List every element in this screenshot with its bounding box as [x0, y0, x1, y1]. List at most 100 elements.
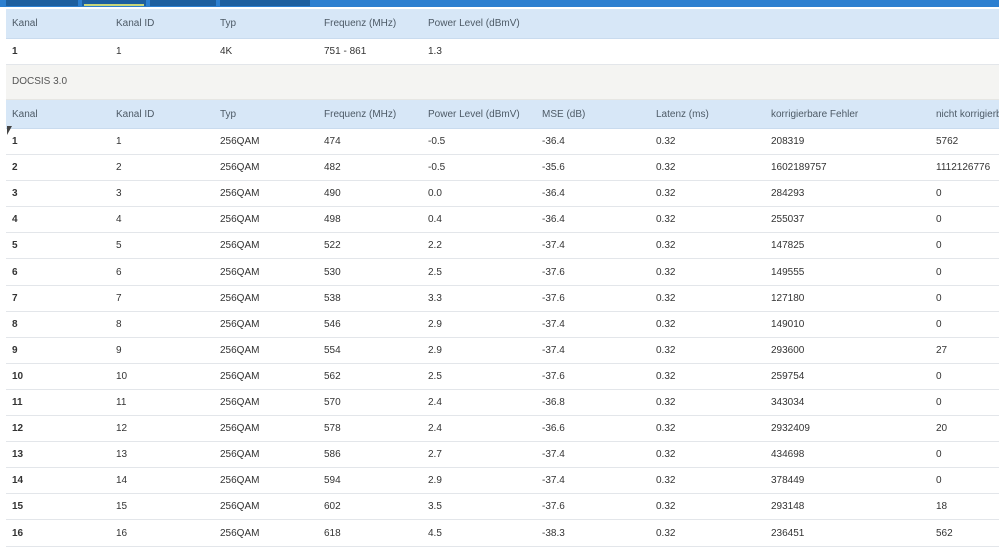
cell-typ: 256QAM — [220, 266, 260, 278]
cell-korrigierbare-fehler: 259754 — [771, 370, 805, 382]
table-row: 1 1 256QAM 474 -0.5 -36.4 0.32 208319 5762 — [6, 129, 999, 155]
table-row: 14 14 256QAM 594 2.9 -37.4 0.32 378449 0 — [6, 468, 999, 495]
cell-mse: -38.3 — [542, 527, 565, 539]
cell-kanal: 7 — [12, 292, 18, 304]
cell-kanal: 13 — [12, 449, 24, 461]
cell-frequenz: 538 — [324, 292, 341, 304]
table-row: 12 12 256QAM 578 2.4 -36.6 0.32 2932409 20 — [6, 416, 999, 443]
cell-frequenz: 474 — [324, 136, 341, 147]
cell-power-level: 2.4 — [428, 397, 442, 408]
cell-typ: 256QAM — [220, 423, 260, 435]
tab-4[interactable] — [220, 0, 310, 6]
cell-kanal: 1 — [12, 46, 18, 57]
cell-mse: -35.6 — [542, 162, 565, 174]
cell-nicht-korrigierbare-fehler: 0 — [936, 397, 942, 408]
cell-mse: -37.4 — [542, 240, 565, 252]
cell-power-level: 0.0 — [428, 188, 442, 200]
cell-latenz: 0.32 — [656, 344, 676, 356]
cell-frequenz: 522 — [324, 240, 341, 252]
cell-typ: 256QAM — [220, 397, 260, 408]
cell-mse: -37.4 — [542, 318, 565, 330]
table-row: 3 3 256QAM 490 0.0 -36.4 0.32 284293 0 — [6, 181, 999, 208]
active-tab-indicator — [84, 4, 144, 6]
cell-frequenz: 530 — [324, 266, 341, 278]
cell-korrigierbare-fehler: 343034 — [771, 397, 805, 408]
cell-kanal: 10 — [12, 370, 24, 382]
cell-latenz: 0.32 — [656, 449, 676, 461]
cell-kanal-id: 4 — [116, 214, 122, 226]
cell-mse: -37.4 — [542, 449, 565, 461]
cell-korrigierbare-fehler: 127180 — [771, 292, 805, 304]
cell-nicht-korrigierbare-fehler: 0 — [936, 266, 942, 278]
cell-power-level: 2.7 — [428, 449, 442, 461]
col-header-frequenz: Frequenz (MHz) — [324, 109, 397, 120]
cell-kanal-id: 8 — [116, 318, 122, 330]
cell-latenz: 0.32 — [656, 318, 676, 330]
cell-kanal: 8 — [12, 318, 18, 330]
cell-typ: 256QAM — [220, 136, 260, 147]
cell-nicht-korrigierbare-fehler: 0 — [936, 475, 942, 487]
tab-3[interactable] — [150, 0, 216, 6]
cell-kanal-id: 5 — [116, 240, 122, 252]
cell-latenz: 0.32 — [656, 423, 676, 435]
cell-korrigierbare-fehler: 255037 — [771, 214, 805, 226]
cell-kanal-id: 15 — [116, 501, 128, 513]
col-header-power-level: Power Level (dBmV) — [428, 109, 520, 120]
tab-1[interactable] — [6, 0, 78, 6]
cell-kanal-id: 3 — [116, 188, 122, 200]
cell-nicht-korrigierbare-fehler: 20 — [936, 423, 948, 435]
cell-mse: -36.4 — [542, 188, 565, 200]
col-header-kanal-id: Kanal ID — [116, 18, 155, 29]
cell-latenz: 0.32 — [656, 501, 676, 513]
cell-korrigierbare-fehler: 2932409 — [771, 423, 810, 435]
cell-typ: 256QAM — [220, 162, 260, 174]
cell-mse: -36.8 — [542, 397, 565, 408]
cell-kanal: 16 — [12, 527, 24, 539]
cell-korrigierbare-fehler: 208319 — [771, 136, 805, 147]
col-header-power-level: Power Level (dBmV) — [428, 18, 520, 29]
table-row: 13 13 256QAM 586 2.7 -37.4 0.32 434698 0 — [6, 442, 999, 469]
cell-kanal: 5 — [12, 240, 18, 252]
cell-latenz: 0.32 — [656, 475, 676, 487]
cell-nicht-korrigierbare-fehler: 0 — [936, 188, 942, 200]
cell-korrigierbare-fehler: 149555 — [771, 266, 805, 278]
cell-typ: 256QAM — [220, 214, 260, 226]
cell-frequenz: 586 — [324, 449, 341, 461]
table-row: 9 9 256QAM 554 2.9 -37.4 0.32 293600 27 — [6, 338, 999, 364]
cell-mse: -36.6 — [542, 423, 565, 435]
cell-power-level: 2.9 — [428, 318, 442, 330]
cell-typ: 256QAM — [220, 188, 260, 200]
cell-power-level: 2.2 — [428, 240, 442, 252]
cell-latenz: 0.32 — [656, 292, 676, 304]
col-header-typ: Typ — [220, 109, 237, 120]
cell-mse: -37.6 — [542, 266, 565, 278]
table-row: 15 15 256QAM 602 3.5 -37.6 0.32 293148 18 — [6, 494, 999, 521]
col-header-nicht-korrigierbare-fehler: nicht korrigierbare Fehler — [936, 109, 999, 120]
cell-power-level: 2.4 — [428, 423, 442, 435]
cell-power-level: 1.3 — [428, 46, 442, 57]
cell-kanal-id: 14 — [116, 475, 128, 487]
ofdm-table-header: Kanal Kanal ID Typ Frequenz (MHz) Power … — [6, 9, 999, 39]
cell-typ: 256QAM — [220, 527, 260, 539]
cell-korrigierbare-fehler: 1602189757 — [771, 162, 827, 174]
cell-latenz: 0.32 — [656, 266, 676, 278]
section-title-docsis-3-0: DOCSIS 3.0 — [6, 65, 999, 100]
cell-kanal: 11 — [12, 397, 23, 408]
cell-korrigierbare-fehler: 149010 — [771, 318, 805, 330]
cell-power-level: 3.3 — [428, 292, 442, 304]
cell-frequenz: 562 — [324, 370, 341, 382]
cell-frequenz: 594 — [324, 475, 341, 487]
cell-mse: -36.4 — [542, 136, 565, 147]
cell-typ: 256QAM — [220, 475, 260, 487]
cell-nicht-korrigierbare-fehler: 18 — [936, 501, 948, 513]
table-row: 6 6 256QAM 530 2.5 -37.6 0.32 149555 0 — [6, 260, 999, 286]
cell-power-level: 2.9 — [428, 475, 442, 487]
cell-nicht-korrigierbare-fehler: 0 — [936, 318, 942, 330]
table-row: 8 8 256QAM 546 2.9 -37.4 0.32 149010 0 — [6, 312, 999, 338]
cell-frequenz: 570 — [324, 397, 341, 408]
cell-latenz: 0.32 — [656, 527, 676, 539]
cell-latenz: 0.32 — [656, 370, 676, 382]
cell-typ: 256QAM — [220, 449, 260, 461]
cell-typ: 4K — [220, 46, 233, 57]
cell-power-level: 2.9 — [428, 344, 442, 356]
